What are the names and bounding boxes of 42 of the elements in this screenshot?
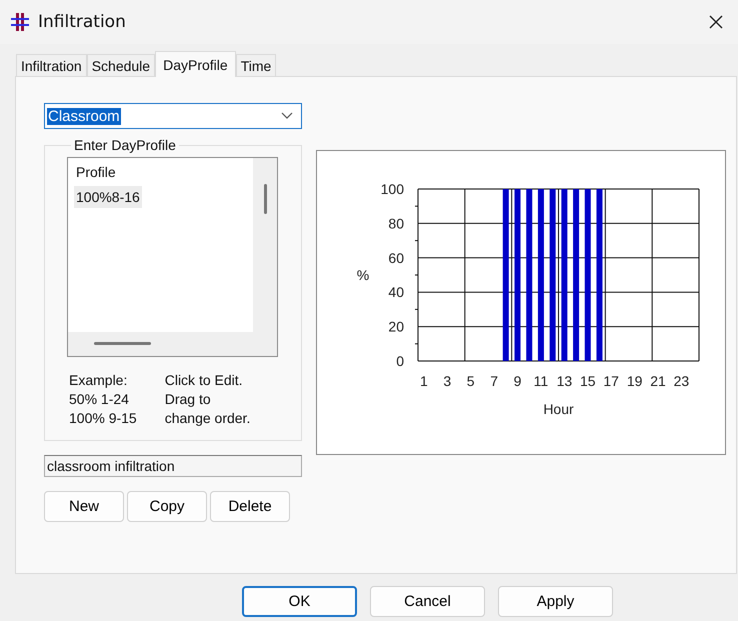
x-tick-label: 1 [420,373,428,389]
y-tick-label: 0 [396,353,404,369]
tab[interactable]: Schedule [86,54,156,76]
x-tick-label: 3 [443,373,452,389]
x-tick-label: 17 [603,373,619,389]
dialog-button[interactable]: Apply [498,586,613,617]
dialog-button[interactable]: Cancel [370,586,485,617]
y-tick-label: 40 [388,284,404,300]
y-axis-title: % [356,267,370,283]
chevron-down-icon [281,112,293,120]
tab[interactable]: Infiltration [16,54,87,76]
action-button[interactable]: New [44,491,124,522]
x-tick-label: 13 [556,373,572,389]
y-tick-label: 60 [388,250,404,266]
close-icon[interactable] [708,14,724,30]
y-tick-label: 20 [388,318,404,335]
x-tick-label: 15 [580,373,596,389]
window-title: Infiltration [38,12,127,32]
x-tick-label: 11 [534,373,548,389]
x-tick-label: 5 [466,373,475,389]
x-tick-label: 9 [514,373,522,389]
x-axis-title: Hour [543,401,574,417]
x-tick-label: 21 [650,373,666,389]
description-field[interactable]: classroom infiltration [44,455,302,477]
x-tick-label: 23 [674,373,690,389]
group-title: Enter DayProfile [73,137,177,153]
profile-dropdown[interactable]: Classroom [44,103,302,129]
hint-text: Click to Edit. Drag to change order. [164,371,250,428]
tab[interactable]: DayProfile [155,51,236,77]
dialog-button[interactable]: OK [242,586,357,617]
profile-list[interactable]: Profile 100%8-16 [67,157,278,357]
list-header: Profile [75,164,116,180]
y-tick-label: 80 [388,215,404,232]
y-tick-label: 100 [380,181,404,197]
example-text: Example: 50% 1-24 100% 9-15 [69,371,137,428]
action-button[interactable]: Copy [127,491,207,522]
tab[interactable]: Time [236,54,276,76]
app-icon [10,12,30,32]
x-tick-label: 19 [626,373,642,389]
list-item[interactable]: 100%8-16 [74,186,142,208]
action-button[interactable]: Delete [210,491,290,522]
x-tick-label: 7 [490,373,498,389]
